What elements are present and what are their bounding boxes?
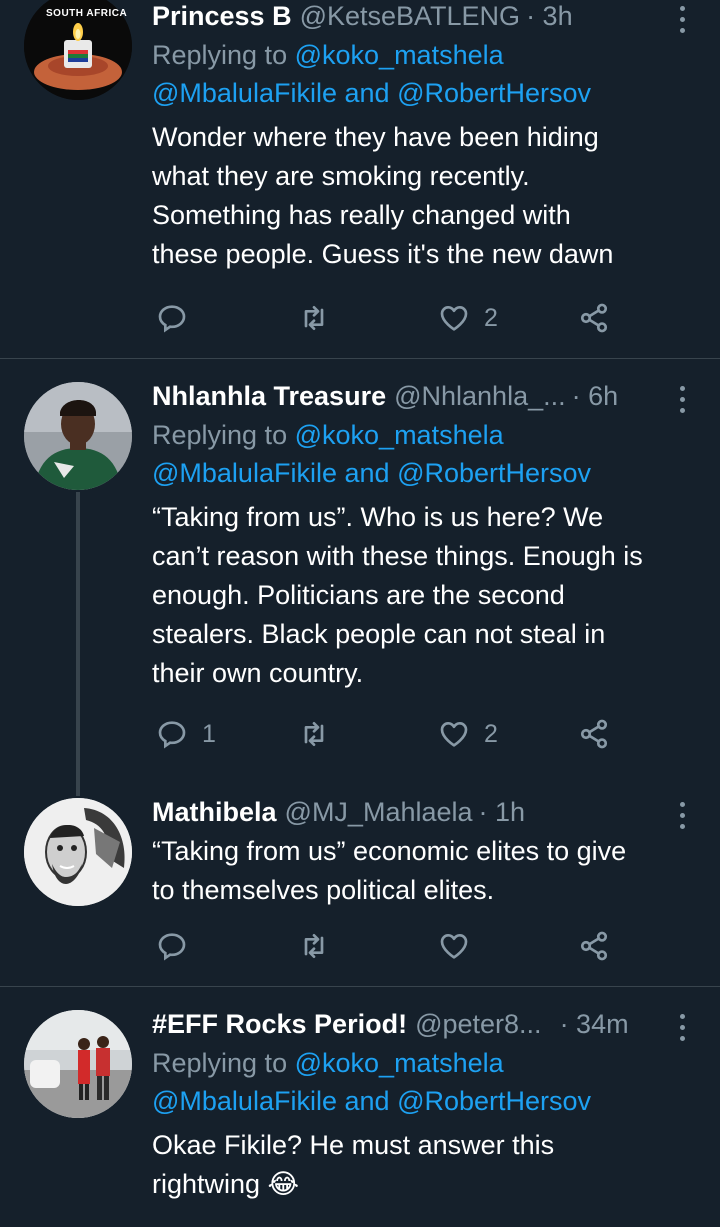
tweet-text: “Taking from us”. Who is us here? We can… (152, 498, 692, 693)
tweet-actions (152, 926, 632, 966)
mention-and[interactable]: and (344, 458, 389, 488)
mention-link[interactable]: @MbalulaFikile (152, 458, 337, 488)
retweet-button[interactable] (298, 926, 344, 966)
tweet-text: Wonder where they have been hiding what … (152, 118, 692, 274)
mention-link[interactable]: @RobertHersov (397, 458, 591, 488)
share-button[interactable] (578, 298, 610, 338)
tweet-header: #EFF Rocks Period! @peter8... · 34m (152, 1004, 692, 1044)
like-button[interactable] (438, 926, 484, 966)
mention-link[interactable]: @koko_matshela (295, 40, 504, 70)
tweet-text-line: stealers. Black people can not steal in (152, 619, 606, 649)
tweet-text-line: their own country. (152, 658, 364, 688)
username[interactable]: @KetseBATLENG (300, 0, 520, 36)
tweet-text-line: what they are smoking recently. (152, 161, 530, 191)
tweet-text-line: Something has really changed with (152, 200, 571, 230)
replying-to: Replying to @koko_matshela @MbalulaFikil… (152, 416, 692, 492)
like-count: 2 (484, 303, 498, 332)
tweet-text-line: enough. Politicians are the second (152, 580, 565, 610)
avatar-image (24, 1010, 132, 1118)
tweet-text: “Taking from us” economic elites to give… (152, 832, 692, 910)
reply-button[interactable] (156, 298, 202, 338)
share-icon (580, 931, 608, 961)
more-icon[interactable] (670, 792, 694, 832)
tweet-text-line: Okae Fikile? He must answer this (152, 1130, 555, 1160)
mention-link[interactable]: @MbalulaFikile (152, 78, 337, 108)
replying-to-label: Replying to (152, 40, 288, 70)
mention-link[interactable]: @koko_matshela (295, 1048, 504, 1078)
divider (0, 986, 720, 987)
avatar-caption: SOUTH AFRICA (46, 8, 128, 19)
tweet-text-line: rightwing 😂 (152, 1169, 300, 1199)
share-icon (580, 719, 608, 749)
like-count: 2 (484, 719, 498, 748)
tweet-text-line: Wonder where they have been hiding (152, 122, 599, 152)
reply-count: 1 (202, 719, 216, 748)
reply-icon (158, 305, 186, 333)
tweet-text-line: “Taking from us” economic elites to give (152, 836, 627, 866)
tweet[interactable]: SOUTH AFRICA Princess B @KetseBATLENG · … (0, 0, 720, 358)
replying-to-label: Replying to (152, 1048, 288, 1078)
tweet[interactable]: #EFF Rocks Period! @peter8... · 34m Repl… (0, 1002, 720, 1227)
username[interactable]: @peter8... (415, 1004, 541, 1044)
reply-button[interactable] (156, 926, 202, 966)
share-icon (580, 303, 608, 333)
like-icon (440, 934, 468, 959)
timestamp[interactable]: · 1h (479, 792, 526, 832)
timestamp[interactable]: · 3h (526, 0, 573, 36)
tweet-header: Mathibela @MJ_Mahlaela · 1h (152, 792, 692, 832)
display-name[interactable]: Nhlanhla Treasure (152, 376, 386, 416)
tweet-text-line: can’t reason with these things. Enough i… (152, 541, 643, 571)
like-icon (440, 722, 468, 747)
more-icon[interactable] (670, 0, 694, 36)
retweet-button[interactable] (298, 714, 344, 754)
mention-link[interactable]: @RobertHersov (397, 78, 591, 108)
tweet-text-line: “Taking from us”. Who is us here? We (152, 502, 604, 532)
like-button[interactable]: 2 (438, 714, 498, 754)
username[interactable]: @Nhlanhla_... (394, 376, 566, 416)
avatar[interactable] (24, 1010, 132, 1118)
tweet-text-line: these people. Guess it's the new dawn (152, 239, 614, 269)
tweet[interactable]: Mathibela @MJ_Mahlaela · 1h “Taking from… (0, 790, 720, 986)
like-icon (440, 306, 468, 331)
reply-icon (158, 933, 186, 961)
tweet-header: Princess B @KetseBATLENG · 3h (152, 0, 692, 36)
share-button[interactable] (578, 714, 610, 754)
tweet-text: Okae Fikile? He must answer this rightwi… (152, 1126, 692, 1204)
retweet-icon (304, 934, 324, 958)
display-name[interactable]: Mathibela (152, 792, 277, 832)
mention-and[interactable]: and (344, 1086, 389, 1116)
tweet-actions: 2 (152, 298, 632, 338)
avatar-image (24, 382, 132, 490)
mention-and[interactable]: and (344, 78, 389, 108)
more-icon[interactable] (670, 376, 694, 416)
avatar[interactable] (24, 382, 132, 490)
like-button[interactable]: 2 (438, 298, 498, 338)
avatar[interactable] (24, 798, 132, 906)
timestamp[interactable]: · 6h (572, 376, 619, 416)
mention-link[interactable]: @koko_matshela (295, 420, 504, 450)
retweet-icon (304, 722, 324, 746)
more-icon[interactable] (670, 1004, 694, 1044)
replying-to-label: Replying to (152, 420, 288, 450)
tweet[interactable]: Nhlanhla Treasure @Nhlanhla_... · 6h Rep… (0, 374, 720, 774)
tweet-actions: 1 2 (152, 714, 632, 754)
display-name[interactable]: #EFF Rocks Period! (152, 1004, 407, 1044)
reply-icon (158, 721, 186, 749)
timestamp[interactable]: · 34m (560, 1004, 629, 1044)
divider (0, 358, 720, 359)
reply-button[interactable]: 1 (156, 714, 216, 754)
tweet-text-line: to themselves political elites. (152, 875, 495, 905)
replying-to: Replying to @koko_matshela @MbalulaFikil… (152, 36, 692, 112)
username[interactable]: @MJ_Mahlaela (285, 792, 473, 832)
share-button[interactable] (578, 926, 610, 966)
tweet-header: Nhlanhla Treasure @Nhlanhla_... · 6h (152, 376, 692, 416)
display-name[interactable]: Princess B (152, 0, 292, 36)
replying-to: Replying to @koko_matshela @MbalulaFikil… (152, 1044, 692, 1120)
retweet-button[interactable] (298, 298, 344, 338)
avatar-image (24, 798, 132, 906)
retweet-icon (304, 306, 324, 330)
mention-link[interactable]: @MbalulaFikile (152, 1086, 337, 1116)
mention-link[interactable]: @RobertHersov (397, 1086, 591, 1116)
